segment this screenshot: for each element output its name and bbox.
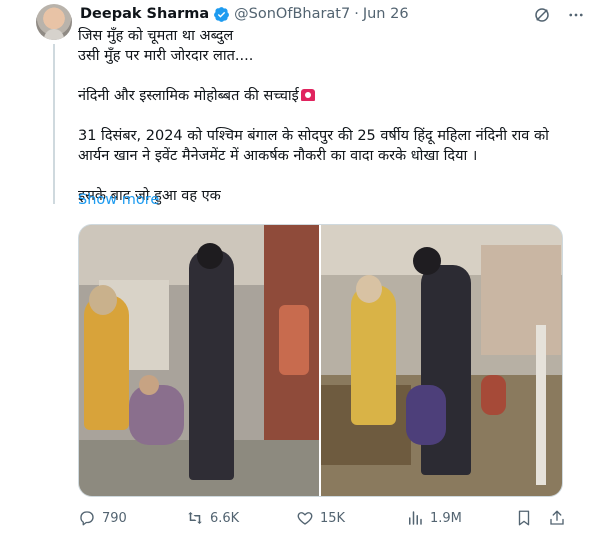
share-button[interactable] [548,508,566,528]
grok-icon[interactable] [533,6,551,24]
views-button[interactable]: 1.9M [406,508,462,528]
reply-count: 790 [102,510,127,526]
tweet-text: जिस मुँह को चूमता था अब्दुल उसी मुँह पर … [78,26,578,206]
verified-badge-icon [214,6,230,22]
more-icon[interactable] [567,6,585,24]
avatar[interactable] [36,4,72,40]
headline-line: नंदिनी और इस्लामिक मोहोब्बत की सच्चाई [78,86,578,106]
thread-line [53,44,55,204]
headline-text: नंदिनी और इस्लामिक मोहोब्बत की सच्चाई [78,88,299,104]
tweet-date[interactable]: Jun 26 [363,6,409,22]
text-line-2: उसी मुँह पर मारी जोरदार लात.... [78,48,254,64]
reply-icon [80,511,94,526]
repost-icon [188,512,202,524]
media-photo-right[interactable] [321,225,562,496]
like-count: 15K [320,510,346,526]
paragraph-line-2: आर्यन खान ने इवेंट मैनेजमेंट में आकर्षक … [78,148,478,164]
separator-dot: · [354,6,359,22]
author-name[interactable]: Deepak Sharma [80,6,209,22]
tweet-top-actions [533,6,585,24]
views-icon [409,511,422,525]
reply-button[interactable]: 790 [78,508,127,528]
tweet-actions: 790 6.6K 15K 1.9M [78,508,578,528]
paragraph-line-1: 31 दिसंबर, 2024 को पश्चिम बंगाल के सोदपु… [78,128,549,144]
tweet-card[interactable]: Deepak Sharma @SonOfBharat7 · Jun 26 जिस… [0,0,605,533]
like-button[interactable]: 15K [296,508,345,528]
share-icon [550,510,564,525]
media-photo-left[interactable] [79,225,319,496]
repost-count: 6.6K [210,510,240,526]
repost-button[interactable]: 6.6K [186,508,239,528]
heart-icon [297,512,313,525]
siren-emoji [300,89,315,101]
views-count: 1.9M [430,510,462,526]
show-more-link[interactable]: Show more [78,192,159,208]
author-handle[interactable]: @SonOfBharat7 [234,6,350,22]
media-grid[interactable] [78,224,563,497]
bookmark-button[interactable] [515,508,533,528]
text-line-1: जिस मुँह को चूमता था अब्दुल [78,28,234,44]
tweet-header: Deepak Sharma @SonOfBharat7 · Jun 26 [80,4,409,24]
bookmark-icon [518,510,530,526]
